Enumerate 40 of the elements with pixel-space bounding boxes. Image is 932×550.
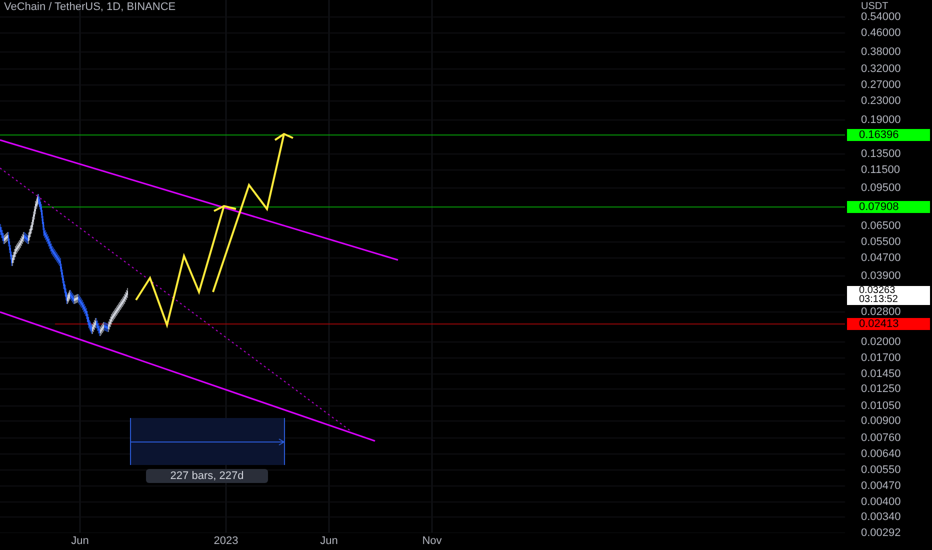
price-axis-label: 0.01450 bbox=[861, 368, 901, 380]
price-axis-label: 0.46000 bbox=[861, 27, 901, 39]
measure-label: 227 bars, 227d bbox=[146, 469, 268, 483]
chart-title: VeChain / TetherUS, 1D, BINANCE bbox=[4, 1, 176, 13]
currency-label: USDT bbox=[861, 1, 888, 12]
price-axis-label: 0.13500 bbox=[861, 148, 901, 160]
time-axis-label: 2023 bbox=[214, 535, 238, 547]
price-axis-label: 0.23000 bbox=[861, 95, 901, 107]
time-axis-label: Nov bbox=[422, 535, 442, 547]
price-axis-label: 0.54000 bbox=[861, 11, 901, 23]
price-tag: 0.07908 bbox=[847, 201, 930, 213]
bar-countdown: 03:13:52 bbox=[859, 295, 899, 304]
price-axis-label: 0.00340 bbox=[861, 511, 901, 523]
price-axis-label: 0.00292 bbox=[861, 527, 901, 539]
price-axis-label: 0.02800 bbox=[861, 306, 901, 318]
price-axis-label: 0.11500 bbox=[861, 164, 900, 176]
price-axis-label: 0.02000 bbox=[861, 336, 901, 348]
last-price: 0.03263 bbox=[859, 286, 896, 295]
price-tag: 0.16396 bbox=[847, 129, 930, 141]
time-axis-label: Jun bbox=[320, 535, 338, 547]
price-axis-label: 0.04700 bbox=[861, 252, 901, 264]
price-axis-label: 0.32000 bbox=[861, 63, 901, 75]
price-axis-label: 0.19000 bbox=[861, 114, 901, 126]
price-axis-label: 0.06500 bbox=[861, 220, 901, 232]
price-axis-label: 0.09500 bbox=[861, 182, 901, 194]
price-axis-label: 0.38000 bbox=[861, 46, 901, 58]
price-axis-label: 0.00640 bbox=[861, 448, 901, 460]
price-axis-label: 0.00400 bbox=[861, 496, 901, 508]
price-axis-label: 0.00900 bbox=[861, 415, 901, 427]
price-axis-label: 0.00760 bbox=[861, 432, 901, 444]
price-axis-label: 0.05500 bbox=[861, 236, 901, 248]
price-axis-label: 0.27000 bbox=[861, 79, 901, 91]
price-tag: 0.02413 bbox=[847, 318, 930, 330]
price-axis-label: 0.01050 bbox=[861, 400, 901, 412]
price-axis-label: 0.00550 bbox=[861, 464, 901, 476]
time-axis-label: Jun bbox=[71, 535, 89, 547]
price-axis-label: 0.01250 bbox=[861, 383, 901, 395]
price-axis-label: 0.03900 bbox=[861, 270, 901, 282]
price-axis-label: 0.01700 bbox=[861, 352, 901, 364]
price-axis-label: 0.00470 bbox=[861, 480, 901, 492]
